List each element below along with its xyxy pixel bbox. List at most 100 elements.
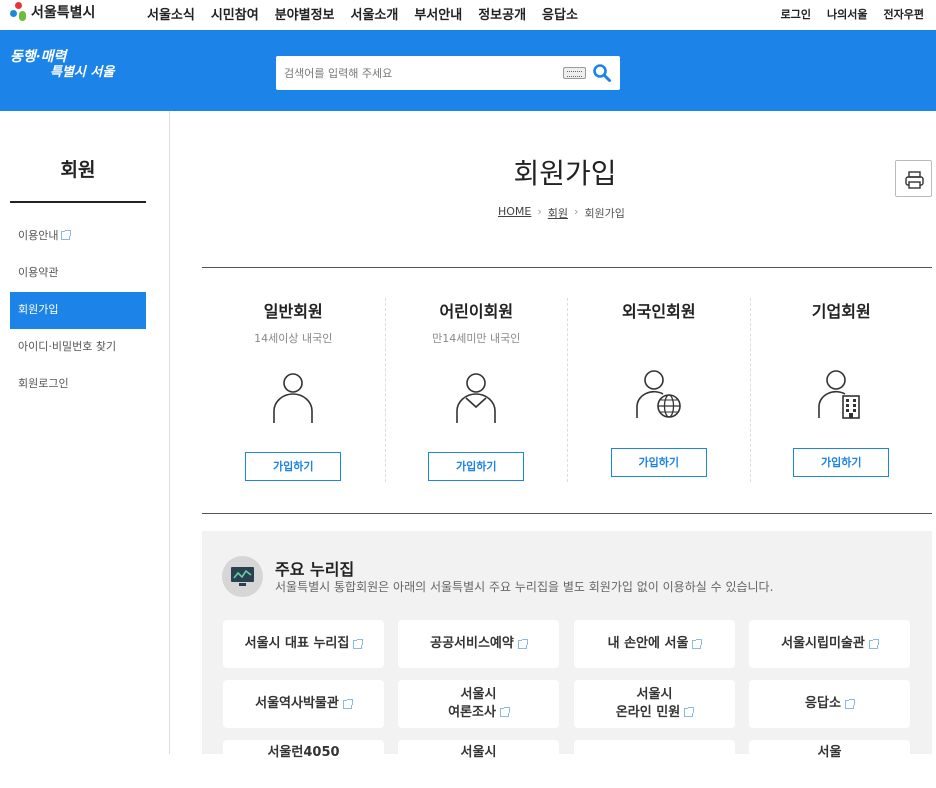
breadcrumb-member[interactable]: 회원 xyxy=(548,205,568,221)
sidebar-item-label: 이용약관 xyxy=(18,266,59,279)
monitor-chart-icon xyxy=(222,556,263,597)
site-card-opinion-poll[interactable]: 서울시여론조사 xyxy=(398,680,559,728)
join-foreigner-button[interactable]: 가입하기 xyxy=(610,448,707,477)
seoul-logo[interactable]: 서울특별시 xyxy=(10,2,95,22)
slogan-line-1: 동행·매력 xyxy=(10,49,67,65)
site-card-online-civil[interactable]: 서울시온라인 민원 xyxy=(574,680,735,728)
seoul-logo-icon xyxy=(10,2,28,22)
search-input[interactable] xyxy=(284,56,554,90)
site-card-label-line1: 서울시 xyxy=(636,687,673,702)
site-card-label-line2: 온라인 민원 xyxy=(615,705,681,720)
external-link-icon xyxy=(353,638,364,649)
nav-item-eungdapso[interactable]: 응답소 xyxy=(542,4,578,23)
site-card-museum-of-art[interactable]: 서울시립미술관 xyxy=(749,620,910,668)
slogan-logo[interactable]: 동행·매력 특별시 서울 xyxy=(10,49,115,81)
join-business-button[interactable]: 가입하기 xyxy=(793,448,890,477)
member-type-desc: 만14세미만 내국인 xyxy=(432,332,521,345)
sidebar-item-label: 아이디·비밀번호 찾기 xyxy=(18,340,117,353)
site-card-label: 응답소 xyxy=(805,696,841,711)
nav-item-participation[interactable]: 시민참여 xyxy=(211,4,259,23)
login-link[interactable]: 로그인 xyxy=(781,6,811,22)
external-link-icon xyxy=(844,698,855,709)
external-link-icon xyxy=(517,638,528,649)
site-card-seoul-more[interactable]: 서울시 xyxy=(398,740,559,788)
page-title: 회원가입 xyxy=(513,157,617,190)
external-link-icon xyxy=(868,638,879,649)
search-icon[interactable] xyxy=(592,63,612,83)
breadcrumb-home[interactable]: HOME xyxy=(498,205,531,221)
nav-item-about[interactable]: 서울소개 xyxy=(351,4,399,23)
major-sites-section: 주요 누리집 서울특별시 통합회원은 아래의 서울특별시 주요 누리집을 별도 … xyxy=(202,531,932,788)
join-child-button[interactable]: 가입하기 xyxy=(428,452,525,481)
join-general-button[interactable]: 가입하기 xyxy=(245,452,342,481)
nav-item-news[interactable]: 서울소식 xyxy=(147,4,195,23)
site-card-label: 서울시 xyxy=(460,745,497,760)
external-link-icon xyxy=(684,707,695,717)
header-banner: 동행·매력 특별시 서울 xyxy=(0,30,936,111)
business-building-icon xyxy=(818,370,861,419)
top-bar: 서울특별시 서울소식 시민참여 분야별정보 서울소개 부서안내 정보공개 응답소… xyxy=(0,0,936,30)
member-type-business: 기업회원 가입하기 xyxy=(749,298,933,482)
sidebar-item-label: 회원로그인 xyxy=(18,377,69,390)
site-card-public-reservation[interactable]: 공공서비스예약 xyxy=(398,620,559,668)
site-card-label-line1: 서울시 xyxy=(460,687,497,702)
member-type-foreigner: 외국인회원 가입하기 xyxy=(567,298,750,482)
site-card-eungdapso[interactable]: 응답소 xyxy=(749,680,910,728)
site-card-label: 서울런4050 xyxy=(267,745,340,760)
sidebar-item-member-login[interactable]: 회원로그인 xyxy=(10,366,146,403)
site-card-blank[interactable] xyxy=(574,740,735,788)
nav-item-open-info[interactable]: 정보공개 xyxy=(478,4,526,23)
site-card-seoul-extra[interactable]: 서울 xyxy=(749,740,910,788)
member-type-name: 어린이회원 xyxy=(439,302,514,321)
logo-text: 서울특별시 xyxy=(31,5,96,21)
slogan-line-2: 특별시 서울 xyxy=(50,65,115,80)
site-card-label: 서울시여론조사 xyxy=(448,686,510,722)
sidebar: 회원 이용안내 이용약관 회원가입 아이디·비밀번호 찾기 회원로그인 xyxy=(0,111,170,754)
breadcrumb-current: 회원가입 xyxy=(584,207,625,220)
external-link-icon xyxy=(61,230,72,240)
chevron-right-icon: › xyxy=(574,205,579,218)
nav-item-field-info[interactable]: 분야별정보 xyxy=(275,4,335,23)
utility-links: 로그인 나의서울 전자우편 xyxy=(781,6,924,22)
email-link[interactable]: 전자우편 xyxy=(884,6,924,22)
nav-item-departments[interactable]: 부서안내 xyxy=(414,4,462,23)
member-type-name: 외국인회원 xyxy=(621,302,696,321)
external-link-icon xyxy=(499,707,510,717)
external-link-icon xyxy=(342,698,353,709)
sidebar-menu: 이용안내 이용약관 회원가입 아이디·비밀번호 찾기 회원로그인 xyxy=(10,218,146,403)
site-card-label: 서울 xyxy=(817,745,842,760)
external-link-icon xyxy=(692,638,703,649)
sidebar-item-label: 이용안내 xyxy=(18,229,59,242)
member-type-general: 일반회원 14세이상 내국인 가입하기 xyxy=(202,298,385,482)
chevron-right-icon: › xyxy=(537,205,542,218)
sidebar-item-find-id-password[interactable]: 아이디·비밀번호 찾기 xyxy=(10,329,146,366)
site-card-label: 서울시온라인 민원 xyxy=(615,686,695,722)
sidebar-item-usage-guide[interactable]: 이용안내 xyxy=(10,218,146,255)
sidebar-divider xyxy=(10,201,146,203)
printer-icon xyxy=(905,171,924,189)
virtual-keyboard-icon[interactable] xyxy=(563,67,586,79)
site-card-label-line2: 여론조사 xyxy=(448,705,496,720)
site-card-label: 공공서비스예약 xyxy=(430,636,514,651)
section-title: 주요 누리집 xyxy=(275,560,355,579)
foreigner-globe-icon xyxy=(635,370,681,418)
site-card-label: 내 손안에 서울 xyxy=(607,636,689,651)
section-description: 서울특별시 통합회원은 아래의 서울특별시 주요 누리집을 별도 회원가입 없이… xyxy=(275,580,774,594)
section-divider-top xyxy=(202,267,932,268)
site-card-label: 서울시 대표 누리집 xyxy=(244,636,350,651)
member-type-list: 일반회원 14세이상 내국인 가입하기 어린이회원 만14세미만 내국인 가입하… xyxy=(202,298,932,482)
site-card-label: 서울역사박물관 xyxy=(255,696,339,711)
sidebar-item-terms[interactable]: 이용약관 xyxy=(10,255,146,292)
print-button[interactable] xyxy=(895,160,932,197)
sidebar-item-signup[interactable]: 회원가입 xyxy=(10,292,146,329)
my-seoul-link[interactable]: 나의서울 xyxy=(827,6,867,22)
member-type-name: 기업회원 xyxy=(811,302,871,321)
member-type-desc: 14세이상 내국인 xyxy=(254,332,333,345)
site-card-seoul-main[interactable]: 서울시 대표 누리집 xyxy=(223,620,384,668)
site-card-learn-4050[interactable]: 서울런4050 xyxy=(223,740,384,788)
site-card-history-museum[interactable]: 서울역사박물관 xyxy=(223,680,384,728)
site-card-seoul-in-hand[interactable]: 내 손안에 서울 xyxy=(574,620,735,668)
member-type-child: 어린이회원 만14세미만 내국인 가입하기 xyxy=(384,298,568,482)
main-nav: 서울소식 시민참여 분야별정보 서울소개 부서안내 정보공개 응답소 xyxy=(147,4,578,23)
section-divider-bottom xyxy=(202,513,932,514)
